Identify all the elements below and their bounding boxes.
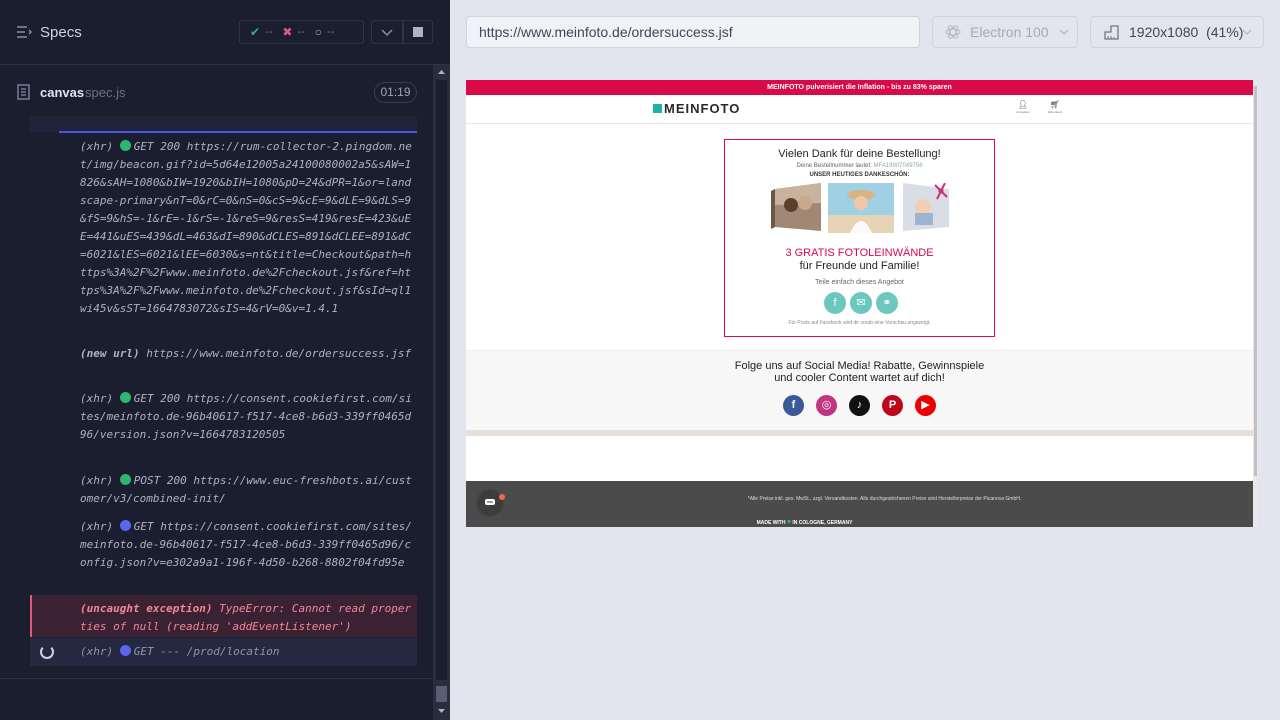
chat-button[interactable] — [478, 490, 502, 514]
specs-header: Specs ✔ -- ✖ -- ○ -- — [0, 0, 450, 64]
x-icon: ✖ — [282, 25, 293, 39]
ruler-icon — [1104, 25, 1119, 40]
scroll-down-icon[interactable] — [433, 704, 450, 718]
preview-scrollbar-thumb[interactable] — [1254, 86, 1257, 476]
error-text: (uncaught exception) TypeError: Cannot r… — [80, 602, 412, 633]
divider — [0, 64, 450, 65]
heart-icon: ♥ — [786, 519, 792, 526]
scrollbar-track-inner — [436, 80, 447, 680]
facebook-icon[interactable]: f — [783, 395, 804, 416]
status-dot-icon — [119, 645, 131, 656]
tiktok-icon[interactable]: ♪ — [849, 395, 870, 416]
pending-stat: ○ -- — [314, 25, 335, 39]
scrollbar-thumb[interactable] — [436, 686, 447, 702]
spec-bar: canvas spec.js 01:19 — [16, 76, 417, 106]
divider — [0, 678, 433, 679]
stop-icon — [413, 27, 423, 37]
app-preview[interactable]: MEINFOTO pulverisiert die Inflation - bi… — [466, 80, 1258, 527]
reporter-panel: Specs ✔ -- ✖ -- ○ -- canvas spec.js 01:19 (… — [0, 0, 450, 720]
scroll-up-icon[interactable] — [433, 65, 450, 79]
spinner-icon — [40, 645, 54, 659]
browser-selector[interactable]: Electron 100 — [932, 16, 1078, 48]
electron-icon — [945, 25, 961, 39]
site-logo[interactable]: MEINFOTO — [664, 101, 740, 116]
gift-label: UNSER HEUTIGES DANKESCHÖN: — [809, 172, 910, 178]
log-active-line — [59, 131, 417, 133]
browser-name: Electron 100 — [970, 24, 1049, 40]
follow-text: Folge uns auf Social Media! Rabatte, Gew… — [734, 360, 985, 372]
user-icon: 👤︎ — [1017, 100, 1029, 109]
status-dot-icon — [119, 520, 131, 531]
passed-stat: ✔ -- — [250, 25, 273, 39]
youtube-icon[interactable]: ▶ — [915, 395, 936, 416]
specs-title: Specs — [40, 24, 82, 41]
thanks-heading: Vielen Dank für deine Bestellung! — [778, 148, 941, 160]
specs-list-icon[interactable] — [16, 24, 32, 40]
order-number: Deine Bestellnummer lautet: MFA199070497… — [796, 163, 923, 169]
status-dot-icon — [119, 140, 131, 151]
chevron-down-icon — [1242, 29, 1252, 35]
test-stats: ✔ -- ✖ -- ○ -- — [239, 20, 364, 44]
status-dot-icon — [119, 474, 131, 485]
share-email-icon[interactable]: ✉ — [850, 292, 872, 314]
facebook-note: Für Posts auf Facebook wird dir vorab ei… — [788, 320, 931, 326]
log-entry[interactable]: (xhr) GET 200 https://consent.cookiefirs… — [80, 390, 412, 444]
circle-icon: ○ — [314, 25, 323, 39]
log-entry[interactable]: (new url) https://www.meinfoto.de/orders… — [80, 345, 412, 363]
url-bar[interactable]: https://www.meinfoto.de/ordersuccess.jsf — [466, 16, 920, 48]
chat-icon — [485, 499, 495, 505]
log-entry[interactable]: (xhr) GET https://consent.cookiefirst.co… — [80, 518, 412, 572]
check-icon: ✔ — [250, 25, 261, 39]
cart-link[interactable]: 🛒︎ Warenkorb — [1040, 100, 1070, 114]
share-facebook-icon[interactable]: f — [824, 292, 846, 314]
promo-banner[interactable]: MEINFOTO pulverisiert die Inflation - bi… — [466, 80, 1253, 95]
instagram-icon[interactable]: ◎ — [816, 395, 837, 416]
log-entry[interactable]: (xhr) POST 200 https://www.euc-freshbots… — [80, 472, 412, 508]
promo-subtitle: für Freunde und Familie! — [799, 260, 920, 272]
log-entry[interactable]: (xhr) GET 200 https://rum-collector-2.pi… — [80, 138, 412, 318]
stop-button[interactable] — [403, 20, 433, 44]
file-icon — [17, 84, 30, 100]
social-section: Folge uns auf Social Media! Rabatte, Gew… — [466, 350, 1253, 432]
section-divider — [466, 430, 1253, 436]
status-dot-icon — [119, 392, 131, 403]
spec-extension: spec.js — [85, 85, 126, 100]
site-footer: *Alle Preise inkl. ges. MwSt., zzgl. Ver… — [466, 481, 1253, 527]
logo-mark — [653, 104, 662, 113]
follow-text-2: und cooler Content wartet auf dich! — [774, 372, 945, 384]
share-text: Teile einfach dieses Angebot — [815, 279, 904, 286]
chevron-down-icon — [381, 29, 393, 37]
made-in: MADE WITH ♥ IN COLOGNE, GERMANY — [756, 519, 853, 526]
share-link-icon[interactable]: ⚭ — [876, 292, 898, 314]
viewport-size: 1920x1080 — [1129, 24, 1199, 40]
viewport-selector[interactable]: 1920x1080 (41%) — [1090, 16, 1264, 48]
command-log: (xhr) GET 200 https://rum-collector-2.pi… — [30, 116, 417, 676]
account-link[interactable]: 👤︎ Anmelden — [1008, 100, 1038, 114]
canvas-photo-image — [828, 183, 894, 233]
chevron-down-icon — [1059, 29, 1069, 35]
options-dropdown-button[interactable] — [371, 20, 403, 44]
promo-title: 3 GRATIS FOTOLEINWÄNDE — [785, 247, 934, 259]
cart-icon: 🛒︎ — [1049, 100, 1061, 109]
canvas-photo-image — [771, 183, 821, 231]
log-header-band — [30, 116, 417, 132]
pending-text: (xhr) GET --- /prod/location — [80, 645, 280, 658]
zoom-level: (41%) — [1206, 24, 1244, 40]
site-header: MEINFOTO 👤︎ Anmelden 🛒︎ Warenkorb — [466, 95, 1253, 124]
pending-entry[interactable]: (xhr) GET --- /prod/location — [30, 638, 417, 666]
footer-note: *Alle Preise inkl. ges. MwSt., zzgl. Ver… — [747, 496, 1022, 502]
order-success-card: Vielen Dank für deine Bestellung! Deine … — [724, 139, 995, 337]
error-entry[interactable]: (uncaught exception) TypeError: Cannot r… — [30, 595, 417, 637]
failed-stat: ✖ -- — [282, 25, 305, 39]
pinterest-icon[interactable]: P — [882, 395, 903, 416]
spec-duration: 01:19 — [374, 82, 417, 103]
canvas-photo-image — [903, 183, 949, 231]
spec-name: canvas — [40, 85, 85, 100]
